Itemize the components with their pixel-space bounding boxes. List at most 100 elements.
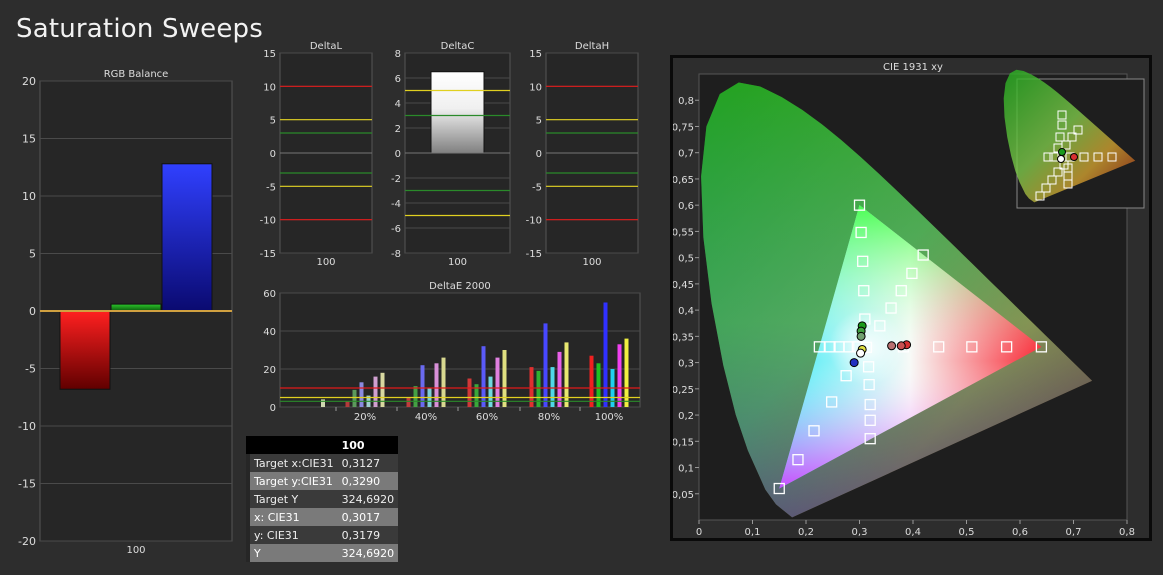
chart-title: DeltaL	[310, 41, 343, 52]
y-tick-label: 15	[263, 49, 276, 60]
y-tick-label: 0	[270, 403, 276, 414]
table-header-label	[250, 436, 338, 454]
table-row: x: CIE31 0,3017	[246, 508, 399, 526]
table-row: Y 324,6920	[246, 544, 399, 562]
y-tick-label: -5	[25, 363, 36, 376]
table-row-value: 0,3179	[337, 526, 399, 544]
table-row-value: 324,6920	[337, 544, 399, 562]
y-tick-label: -4	[391, 199, 401, 210]
y-tick-label: 4	[395, 99, 401, 110]
y-tick-label: 10	[22, 190, 36, 203]
table-row: Target Y 324,6920	[246, 490, 399, 508]
bar	[110, 303, 162, 312]
y-tick-label: 0	[29, 305, 36, 318]
x-tick-label: 40%	[415, 412, 437, 423]
table-row-value: 0,3017	[337, 508, 399, 526]
y-tick-label: 8	[395, 49, 401, 60]
delta-h-chart: DeltaH 15 10 5 0 -5 -10 -15 100	[526, 41, 639, 268]
bar	[603, 302, 608, 407]
y-tick-label: -10	[526, 216, 542, 227]
y-tick-label: -5	[532, 182, 542, 193]
bar	[589, 355, 594, 407]
chart-title: DeltaC	[441, 41, 475, 52]
delta-e-2000-chart: DeltaE 2000 60 40 20 0 20% 40% 60% 80% 100%	[263, 281, 641, 423]
table-row-label: Target y:CIE31	[250, 472, 338, 490]
bar	[161, 163, 213, 312]
bar	[406, 397, 411, 407]
y-tick-label: 10	[263, 82, 276, 93]
table-row-value: 0,3290	[337, 472, 399, 490]
chart-title: RGB Balance	[104, 69, 169, 80]
bar	[352, 389, 357, 407]
y-tick-label: 0	[395, 149, 401, 160]
plot-area	[279, 292, 641, 408]
bar	[441, 357, 446, 407]
x-tick-label: 20%	[354, 412, 376, 423]
table-row-value: 0,3127	[337, 454, 399, 472]
y-tick-label: -15	[18, 478, 36, 491]
bar	[624, 338, 629, 407]
measurement-table: 100 Target x:CIE31 0,3127 Target y:CIE31…	[246, 436, 399, 562]
bar	[430, 71, 485, 154]
cie-chart-frame	[670, 55, 1152, 541]
y-tick-label: -2	[391, 174, 401, 185]
y-tick-label: 15	[22, 133, 36, 146]
x-tick-label: 100	[582, 257, 601, 268]
table-row-label: y: CIE31	[250, 526, 338, 544]
bar	[488, 376, 493, 407]
table-row: Target y:CIE31 0,3290	[246, 472, 399, 490]
y-tick-label: 60	[263, 289, 276, 300]
table-row: Target x:CIE31 0,3127	[246, 454, 399, 472]
x-tick-label: 100	[126, 545, 145, 556]
rgb-balance-chart: RGB Balance 20 15 10 5 0 -5 -10 -15 -20 100	[18, 69, 233, 556]
table-header-value: 100	[337, 436, 399, 454]
y-tick-label: -6	[391, 224, 401, 235]
y-tick-label: 0	[536, 149, 542, 160]
y-tick-label: 40	[263, 327, 276, 338]
y-tick-label: -20	[18, 535, 36, 548]
bar	[321, 399, 325, 407]
y-tick-label: 5	[29, 248, 36, 261]
y-tick-label: -15	[260, 249, 276, 260]
bar	[413, 386, 418, 407]
y-tick-label: 10	[529, 82, 542, 93]
delta-c-chart: DeltaC 8 6 4 2 0 -2 -4 -6 -8 100	[391, 41, 511, 268]
y-tick-label: 6	[395, 74, 401, 85]
y-tick-label: 20	[263, 365, 276, 376]
table-header-row: 100	[246, 436, 399, 454]
x-tick-label: 100%	[595, 412, 624, 423]
y-tick-label: 15	[529, 49, 542, 60]
table-row-label: Y	[250, 544, 338, 562]
x-tick-label: 80%	[538, 412, 560, 423]
y-tick-label: 5	[536, 116, 542, 127]
bar	[434, 363, 439, 407]
y-tick-label: 5	[270, 116, 276, 127]
table-row: y: CIE31 0,3179	[246, 526, 399, 544]
chart-title: DeltaH	[575, 41, 609, 52]
bar	[502, 350, 507, 407]
y-tick-label: -5	[266, 182, 276, 193]
y-tick-label: -10	[18, 420, 36, 433]
bar	[359, 382, 364, 407]
x-tick-label: 100	[316, 257, 335, 268]
table-row-label: Target Y	[250, 490, 338, 508]
y-tick-label: 0	[270, 149, 276, 160]
x-tick-label: 60%	[476, 412, 498, 423]
table-row-label: Target x:CIE31	[250, 454, 338, 472]
bar	[495, 357, 500, 407]
bar	[557, 351, 562, 407]
y-tick-label: -10	[260, 216, 276, 227]
table-row-label: x: CIE31	[250, 508, 338, 526]
bar	[467, 378, 472, 407]
delta-l-chart: DeltaL 15 10 5 0 -5 -10 -15 100	[260, 41, 373, 268]
y-tick-label: -15	[526, 249, 542, 260]
bar	[345, 401, 350, 407]
bar	[543, 323, 548, 407]
bar	[59, 310, 111, 390]
table-row-value: 324,6920	[337, 490, 399, 508]
y-tick-label: 20	[22, 75, 36, 88]
bar	[596, 363, 601, 407]
y-tick-label: -8	[391, 249, 401, 260]
x-tick-label: 100	[448, 257, 467, 268]
chart-title: DeltaE 2000	[429, 281, 491, 292]
